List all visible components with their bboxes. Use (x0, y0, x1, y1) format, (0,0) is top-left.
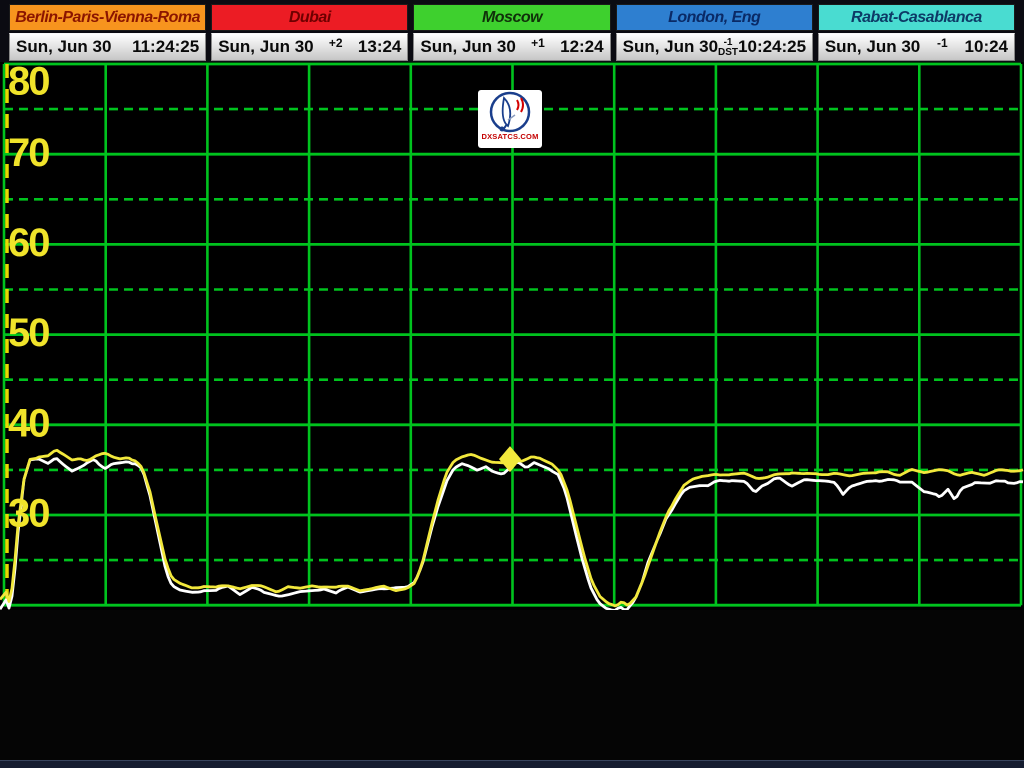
clock-city: Berlin-Paris-Vienna-Roma (9, 4, 206, 31)
clock-city: Rabat-Casablanca (818, 4, 1015, 31)
clock-time-row: Sun, Jun 30-1DST10:24:25 (616, 33, 813, 61)
y-axis-tick-label: 40 (8, 401, 49, 445)
clock-utc-offset: +1 (531, 36, 545, 50)
clock-date: Sun, Jun 30 (825, 37, 920, 57)
clock-time: 11:24:25 (132, 37, 199, 57)
clock-widget: London, EngSun, Jun 30-1DST10:24:25 (616, 4, 813, 64)
clock-widget: Moscow Sun, Jun 30 +1 12:24 (413, 4, 610, 64)
clock-widget: Dubai Sun, Jun 30 +2 13:24 (211, 4, 408, 64)
clock-time: 10:24 (965, 37, 1008, 57)
clock-date: Sun, Jun 30 (623, 37, 718, 57)
clock-city: Moscow (413, 4, 610, 31)
clock-date: Sun, Jun 30 (420, 37, 515, 57)
clock-date: Sun, Jun 30 (218, 37, 313, 57)
world-clock-bar: Berlin-Paris-Vienna-Roma Sun, Jun 30 11:24… (0, 0, 1024, 64)
clock-widget: Berlin-Paris-Vienna-Roma Sun, Jun 30 11:24… (9, 4, 206, 64)
clock-city: London, Eng (616, 4, 813, 31)
clock-time: 13:24 (358, 37, 401, 57)
clock-time: 10:24:25 (738, 37, 806, 57)
clock-time-row: Sun, Jun 30 +1 12:24 (413, 33, 610, 61)
clock-widget: Rabat-Casablanca Sun, Jun 30 -1 10:24 (818, 4, 1015, 64)
dxsatcs-logo: DXSATCS.COM (478, 90, 542, 148)
clock-dst-offset: -1DST (718, 38, 738, 58)
bottom-edge-strip (0, 760, 1024, 768)
clock-utc-offset: -1 (937, 36, 948, 50)
clock-time: 12:24 (560, 37, 603, 57)
clock-time-row: Sun, Jun 30 -1 10:24 (818, 33, 1015, 61)
satellite-dish-icon (484, 90, 536, 134)
measurement-panel: SP 1MHz 9 kHzW 12566.780 MHz. ✔ Pwr 52.9… (0, 610, 1024, 768)
clock-city: Dubai (211, 4, 408, 31)
logo-text: DXSATCS.COM (481, 132, 538, 141)
clock-time-row: Sun, Jun 30 11:24:25 (9, 33, 206, 61)
y-axis-tick-label: 50 (8, 311, 49, 355)
clock-utc-offset: +2 (329, 36, 343, 50)
y-axis-tick-label: 70 (8, 131, 49, 175)
clock-time-row: Sun, Jun 30 +2 13:24 (211, 33, 408, 61)
y-axis-tick-label: 60 (8, 221, 49, 265)
clock-date: Sun, Jun 30 (16, 37, 111, 57)
spectrum-analyzer-screen: Berlin-Paris-Vienna-Roma Sun, Jun 30 11:24… (0, 0, 1024, 768)
y-axis-tick-label: 80 (8, 62, 49, 104)
y-axis-tick-label: 30 (8, 492, 49, 536)
